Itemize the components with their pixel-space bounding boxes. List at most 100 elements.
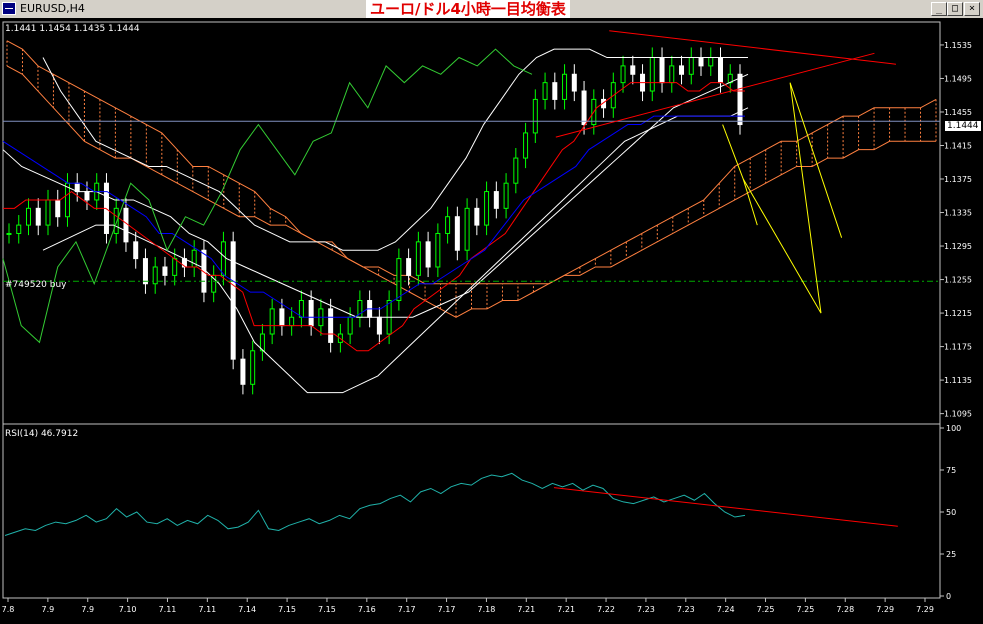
bear-candle <box>406 258 412 276</box>
bear-candle <box>240 358 246 385</box>
bull-candle <box>484 191 490 226</box>
time-tick-label: 7.24 <box>717 605 735 614</box>
bear-candle <box>581 90 587 126</box>
bull-candle <box>513 157 519 184</box>
time-tick-label: 7.11 <box>198 605 216 614</box>
bull-candle <box>172 258 178 276</box>
bull-candle <box>503 182 509 209</box>
chart-window-icon <box>2 2 16 15</box>
bear-candle <box>718 57 724 84</box>
bear-candle <box>737 73 743 126</box>
time-tick-label: 7.23 <box>677 605 695 614</box>
bull-candle <box>464 207 470 251</box>
bull-candle <box>6 232 12 235</box>
window-title: EURUSD,H4 <box>20 2 85 15</box>
bear-candle <box>133 241 139 260</box>
time-tick-label: 7.17 <box>398 605 416 614</box>
price-tick-label: 1.1535 <box>944 41 972 50</box>
bull-candle <box>16 224 22 234</box>
time-tick-label: 7.29 <box>916 605 934 614</box>
bear-candle <box>35 207 41 226</box>
bull-candle <box>562 73 568 100</box>
bear-candle <box>376 316 382 335</box>
bear-candle <box>552 82 558 100</box>
time-tick-label: 7.21 <box>517 605 535 614</box>
rsi-tick-label: 25 <box>946 550 956 559</box>
time-tick-label: 7.17 <box>438 605 456 614</box>
time-tick-label: 7.18 <box>478 605 496 614</box>
main-panel-frame <box>2 21 941 425</box>
bear-candle <box>308 300 314 327</box>
bear-candle <box>454 216 460 251</box>
current-price-tag: 1.1444 <box>945 121 981 131</box>
bear-candle <box>659 57 665 84</box>
price-tick-label: 1.1335 <box>944 209 972 218</box>
price-tick-label: 1.1175 <box>944 343 972 352</box>
senkou-span-b <box>6 65 936 285</box>
bull-candle <box>45 199 51 226</box>
bear-candle <box>698 57 704 67</box>
rsi-label: RSI(14) 46.7912 <box>5 429 79 439</box>
rsi-tick-label: 100 <box>946 424 961 433</box>
price-tick-label: 1.1135 <box>944 376 972 385</box>
bull-candle <box>649 57 655 92</box>
bull-candle <box>220 241 226 276</box>
title-bar[interactable]: EURUSD,H4 ユーロ/ドル4小時一目均衡表 _ □ × <box>0 0 983 19</box>
bear-candle <box>493 191 499 209</box>
maximize-button[interactable]: □ <box>947 2 963 16</box>
chart-area[interactable]: 1.1535 1.1495 1.1455 1.1415 1.1375 1.1335 1.12… <box>0 18 983 620</box>
bull-candle <box>708 57 714 67</box>
bear-candle <box>230 241 236 360</box>
bear-candle <box>55 199 61 218</box>
price-tick-label: 1.1495 <box>944 74 972 83</box>
time-tick-label: 7.21 <box>557 605 575 614</box>
bear-candle <box>84 191 90 201</box>
order-label: #749520 buy <box>5 280 67 290</box>
time-tick-label: 7.14 <box>238 605 256 614</box>
rsi-tick-label: 0 <box>946 592 951 601</box>
bear-candle <box>571 73 577 92</box>
chart-svg: 1.1535 1.1495 1.1455 1.1415 1.1375 1.1335 1.12… <box>2 21 972 614</box>
bull-candle <box>396 258 402 302</box>
rsi-tick-label: 75 <box>946 466 956 475</box>
close-button[interactable]: × <box>964 2 980 16</box>
time-tick-label: 7.10 <box>119 605 137 614</box>
bear-candle <box>142 258 148 285</box>
time-tick-label: 7.8 <box>2 605 15 614</box>
time-tick-label: 7.11 <box>159 605 177 614</box>
time-tick-label: 7.15 <box>318 605 336 614</box>
bull-candle <box>523 132 529 159</box>
bull-candle <box>415 241 421 276</box>
rsi-tick-label: 50 <box>946 508 956 517</box>
rsi-line <box>4 472 746 536</box>
price-tick-label: 1.1095 <box>944 410 972 419</box>
price-tick-label: 1.1255 <box>944 276 972 285</box>
bull-candle <box>620 65 626 84</box>
price-tick-label: 1.1455 <box>944 108 972 117</box>
bull-candle <box>347 316 353 335</box>
bear-candle <box>328 308 334 343</box>
time-tick-label: 7.28 <box>836 605 854 614</box>
chart-window: EURUSD,H4 ユーロ/ドル4小時一目均衡表 _ □ × 1.1535 1.1… <box>0 0 983 620</box>
bear-candle <box>279 308 285 327</box>
bull-candle <box>435 232 441 268</box>
minimize-button[interactable]: _ <box>931 2 947 16</box>
chikou-span <box>2 48 533 344</box>
bull-candle <box>688 57 694 75</box>
bull-candle <box>445 216 451 234</box>
rsi-trendline <box>553 487 898 527</box>
bear-candle <box>123 207 129 243</box>
time-tick-label: 7.9 <box>42 605 55 614</box>
time-tick-label: 7.16 <box>358 605 376 614</box>
price-tick-label: 1.1215 <box>944 309 972 318</box>
bull-candle <box>250 350 256 385</box>
price-tick-label: 1.1415 <box>944 141 972 150</box>
bull-candle <box>25 207 31 226</box>
bear-candle <box>679 65 685 75</box>
time-tick-label: 7.25 <box>757 605 775 614</box>
projection-branch <box>742 178 758 226</box>
time-tick-label: 7.22 <box>597 605 615 614</box>
price-tick-label: 1.1295 <box>944 242 972 251</box>
time-tick-label: 7.29 <box>876 605 894 614</box>
bull-candle <box>669 65 675 84</box>
